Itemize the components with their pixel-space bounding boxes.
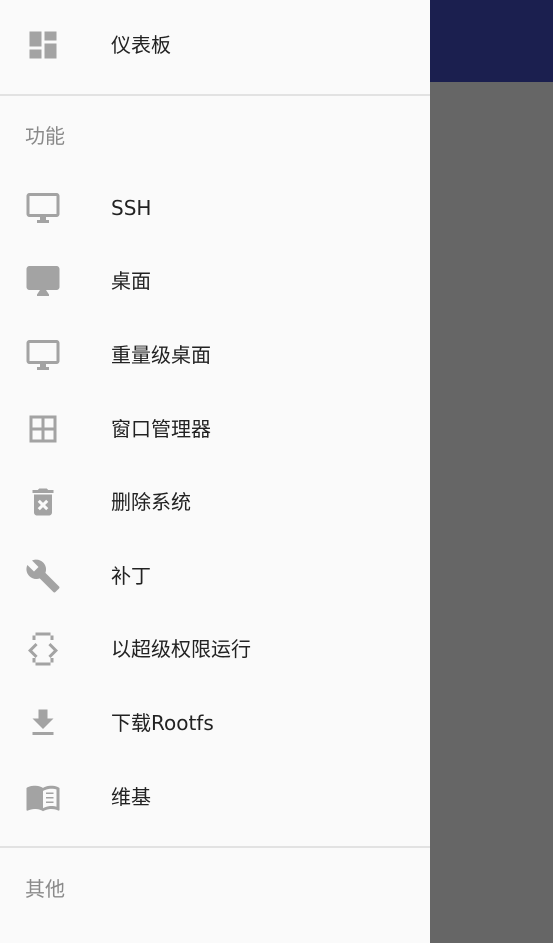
wrench-icon <box>25 558 61 594</box>
drawer-item-desktop[interactable]: 桌面 <box>0 244 430 318</box>
drawer-scrim[interactable] <box>430 82 553 943</box>
desktop-icon <box>25 263 61 299</box>
section-header-features: 功能 <box>25 124 65 148</box>
divider <box>0 94 430 96</box>
section-header-other: 其他 <box>25 877 65 901</box>
divider <box>0 846 430 848</box>
navigation-drawer: 仪表板 功能 SSH 桌面 重量级桌面 窗口管理器 删除系统 补丁 以超级权限运… <box>0 0 430 943</box>
dashboard-icon <box>25 27 61 63</box>
drawer-item-patch[interactable]: 补丁 <box>0 539 430 613</box>
desktop-outline-icon <box>25 337 61 373</box>
drawer-item-dashboard[interactable]: 仪表板 <box>0 8 430 82</box>
drawer-item-label: 重量级桌面 <box>111 343 211 367</box>
drawer-item-download-rootfs[interactable]: 下载Rootfs <box>0 686 430 760</box>
drawer-item-label: 桌面 <box>111 269 151 293</box>
drawer-item-wiki[interactable]: 维基 <box>0 760 430 834</box>
drawer-item-label: 以超级权限运行 <box>111 637 251 661</box>
drawer-item-label: SSH <box>111 196 152 220</box>
code-brackets-icon <box>25 631 61 667</box>
drawer-item-ssh[interactable]: SSH <box>0 171 430 245</box>
drawer-item-label: 下载Rootfs <box>111 711 214 735</box>
drawer-item-label: 补丁 <box>111 564 151 588</box>
trash-icon <box>25 484 61 520</box>
grid-icon <box>25 411 61 447</box>
app-bar-strip <box>430 0 553 82</box>
book-icon <box>25 779 61 815</box>
drawer-item-label: 维基 <box>111 785 151 809</box>
drawer-item-label: 仪表板 <box>111 33 171 57</box>
monitor-icon <box>25 190 61 226</box>
drawer-item-heavy-desktop[interactable]: 重量级桌面 <box>0 318 430 392</box>
drawer-item-run-as-root[interactable]: 以超级权限运行 <box>0 612 430 686</box>
drawer-item-delete-system[interactable]: 删除系统 <box>0 465 430 539</box>
drawer-item-label: 删除系统 <box>111 490 191 514</box>
drawer-item-label: 窗口管理器 <box>111 417 211 441</box>
download-icon <box>25 705 61 741</box>
drawer-item-window-manager[interactable]: 窗口管理器 <box>0 392 430 466</box>
